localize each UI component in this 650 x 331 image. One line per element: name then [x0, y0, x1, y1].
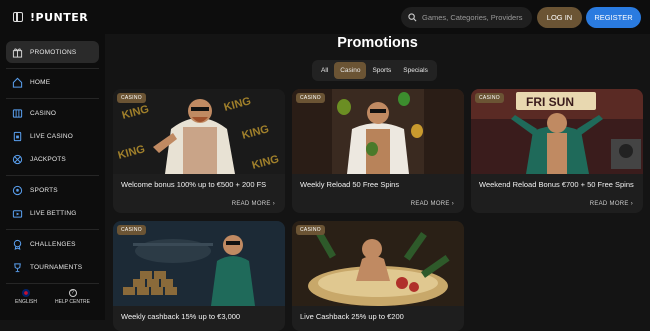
trophy-icon: [13, 239, 22, 250]
sidebar-toggle-icon[interactable]: [13, 12, 23, 22]
sidebar-item-live-betting[interactable]: LIVE BETTING: [6, 202, 99, 224]
sidebar-item-live-casino[interactable]: LIVE CASINO: [6, 125, 99, 147]
logo[interactable]: !PUNTER: [30, 11, 88, 24]
sidebar-item-home[interactable]: HOME: [6, 71, 99, 93]
sidebar-item-label: LIVE BETTING: [30, 209, 77, 217]
diamond-icon: [12, 154, 23, 164]
login-button[interactable]: LOG IN: [537, 7, 582, 28]
category-badge: CASINO: [296, 225, 325, 235]
main-content: Promotions All Casino Sports Specials KI…: [105, 34, 650, 331]
gift-icon: [12, 47, 23, 58]
category-tabs: All Casino Sports Specials: [312, 60, 437, 81]
read-more-label: READ MORE: [410, 201, 450, 207]
sidebar-item-label: CHALLENGES: [30, 240, 76, 248]
page-title: Promotions: [337, 35, 418, 51]
sidebar-item-label: PROMOTIONS: [30, 48, 77, 56]
divider: [6, 98, 99, 99]
language-label: ENGLISH: [15, 299, 37, 305]
divider: [6, 175, 99, 176]
promo-card[interactable]: CASINO Live Cashback 25% up to €200: [292, 221, 464, 331]
sidebar-item-label: SPORTS: [30, 186, 58, 194]
uk-flag-icon: [22, 289, 30, 297]
promo-card[interactable]: KING KING KING KING KING CASINO Welcome …: [113, 89, 285, 213]
category-badge: CASINO: [296, 93, 325, 103]
read-more-link[interactable]: READ MORE ›: [590, 201, 633, 207]
promo-image: KING KING KING KING KING CASINO: [113, 89, 285, 174]
svg-text:FRI SUN: FRI SUN: [526, 95, 574, 109]
promo-image: CASINO: [292, 89, 464, 174]
promo-title: Weekly Reload 50 Free Spins: [300, 180, 400, 189]
sidebar-item-label: LIVE CASINO: [30, 132, 74, 140]
help-icon: ?: [68, 289, 77, 297]
promo-image: CASINO: [292, 221, 464, 306]
category-badge: CASINO: [475, 93, 504, 103]
tab-sports[interactable]: Sports: [366, 62, 397, 79]
divider: [6, 229, 99, 230]
help-centre-link[interactable]: ? HELP CENTRE: [55, 289, 90, 305]
sidebar-item-challenges[interactable]: CHALLENGES: [6, 233, 99, 255]
search-input[interactable]: [422, 13, 532, 22]
cup-icon: [14, 262, 21, 272]
sidebar-item-label: CASINO: [30, 109, 57, 117]
read-more-link[interactable]: READ MORE ›: [411, 201, 454, 207]
category-badge: CASINO: [117, 225, 146, 235]
promo-card[interactable]: CASINO Weekly cashback 15% up to €3,000: [113, 221, 285, 331]
sidebar-item-jackpots[interactable]: JACKPOTS: [6, 148, 99, 170]
promo-title: Live Cashback 25% up to €200: [300, 312, 404, 321]
sidebar-item-label: JACKPOTS: [30, 155, 66, 163]
divider: [6, 68, 99, 69]
read-more-label: READ MORE: [231, 201, 271, 207]
promo-title: Weekend Reload Bonus €700 + 50 Free Spin…: [479, 180, 634, 189]
slots-icon: [12, 108, 23, 118]
search-box[interactable]: [401, 7, 532, 28]
promo-title: Weekly cashback 15% up to €3,000: [121, 312, 241, 321]
register-button[interactable]: REGISTER: [586, 7, 641, 28]
promo-card[interactable]: FRI SUN CASINO Weekend Reload Bonus €700…: [471, 89, 643, 213]
top-bar: !PUNTER LOG IN REGISTER: [0, 0, 650, 34]
sidebar-item-tournaments[interactable]: TOURNAMENTS: [6, 256, 99, 278]
football-icon: [12, 185, 23, 195]
tab-casino[interactable]: Casino: [334, 62, 367, 79]
home-icon: [12, 77, 23, 88]
search-icon: [408, 13, 417, 22]
cards-icon: [13, 131, 22, 141]
read-more-label: READ MORE: [589, 201, 629, 207]
language-selector[interactable]: ENGLISH: [15, 289, 37, 305]
promo-card[interactable]: CASINO Weekly Reload 50 Free Spins READ …: [292, 89, 464, 213]
promo-image: CASINO: [113, 221, 285, 306]
promo-image: FRI SUN CASINO: [471, 89, 643, 174]
category-badge: CASINO: [117, 93, 146, 103]
sidebar-item-label: TOURNAMENTS: [30, 263, 83, 271]
tab-specials[interactable]: Specials: [397, 62, 434, 79]
tab-all[interactable]: All: [315, 62, 334, 79]
sidebar-item-casino[interactable]: CASINO: [6, 102, 99, 124]
divider: [6, 283, 99, 284]
sidebar: PROMOTIONS HOME CASINO LIVE CASINO JACKP…: [0, 34, 105, 320]
help-label: HELP CENTRE: [55, 299, 90, 305]
sidebar-item-promotions[interactable]: PROMOTIONS: [6, 41, 99, 63]
promo-title: Welcome bonus 100% up to €500 + 200 FS: [121, 180, 267, 189]
sidebar-item-sports[interactable]: SPORTS: [6, 179, 99, 201]
live-tv-icon: [12, 209, 23, 218]
sidebar-item-label: HOME: [30, 78, 51, 86]
sidebar-footer: ENGLISH ? HELP CENTRE: [6, 289, 99, 305]
read-more-link[interactable]: READ MORE ›: [232, 201, 275, 207]
